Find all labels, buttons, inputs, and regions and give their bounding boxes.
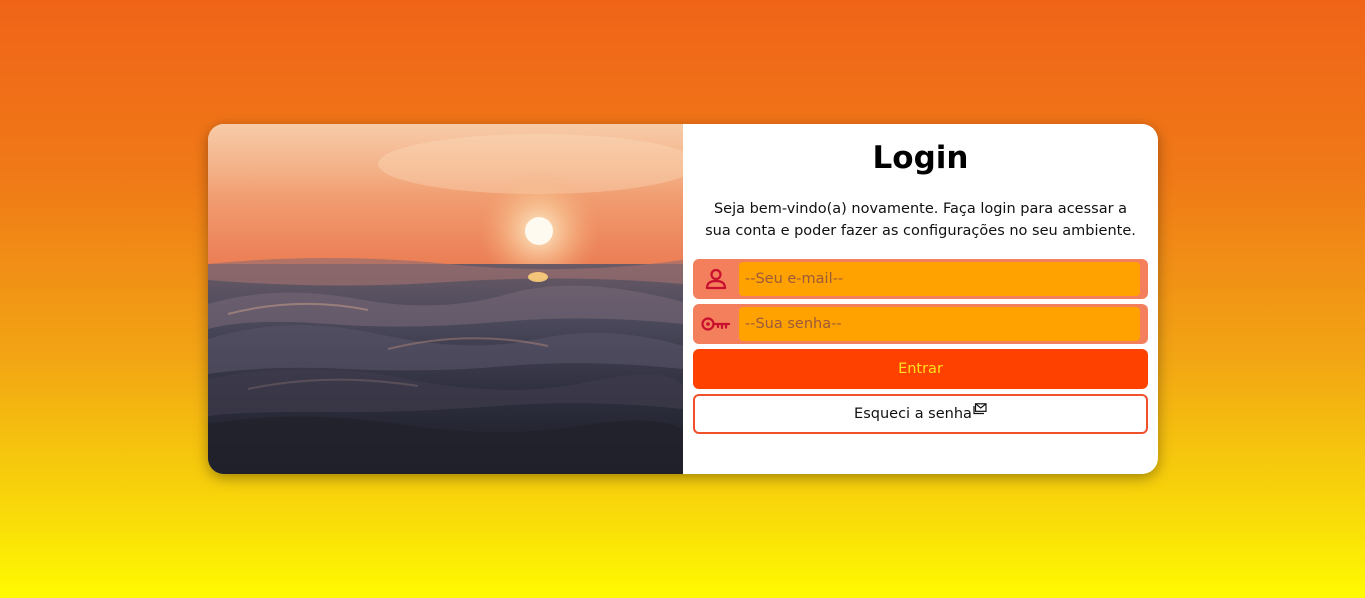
key-icon bbox=[701, 311, 731, 337]
welcome-text: Seja bem-vindo(a) novamente. Faça login … bbox=[705, 201, 1136, 239]
email-input[interactable] bbox=[739, 262, 1140, 296]
sunset-ocean-image bbox=[208, 124, 683, 474]
forgot-password-label: Esqueci a senha bbox=[854, 406, 972, 422]
login-card: Login Seja bem-vindo(a) novamente. Faça … bbox=[208, 124, 1158, 474]
login-title: Login bbox=[872, 140, 969, 176]
forgot-password-button[interactable]: Esqueci a senha bbox=[693, 394, 1148, 434]
submit-button[interactable]: Entrar bbox=[693, 349, 1148, 389]
password-field-group bbox=[693, 304, 1148, 344]
mail-icon bbox=[973, 403, 987, 419]
email-field-group bbox=[693, 259, 1148, 299]
password-input[interactable] bbox=[739, 307, 1140, 341]
user-icon bbox=[701, 266, 731, 292]
login-form-panel: Login Seja bem-vindo(a) novamente. Faça … bbox=[683, 124, 1158, 474]
